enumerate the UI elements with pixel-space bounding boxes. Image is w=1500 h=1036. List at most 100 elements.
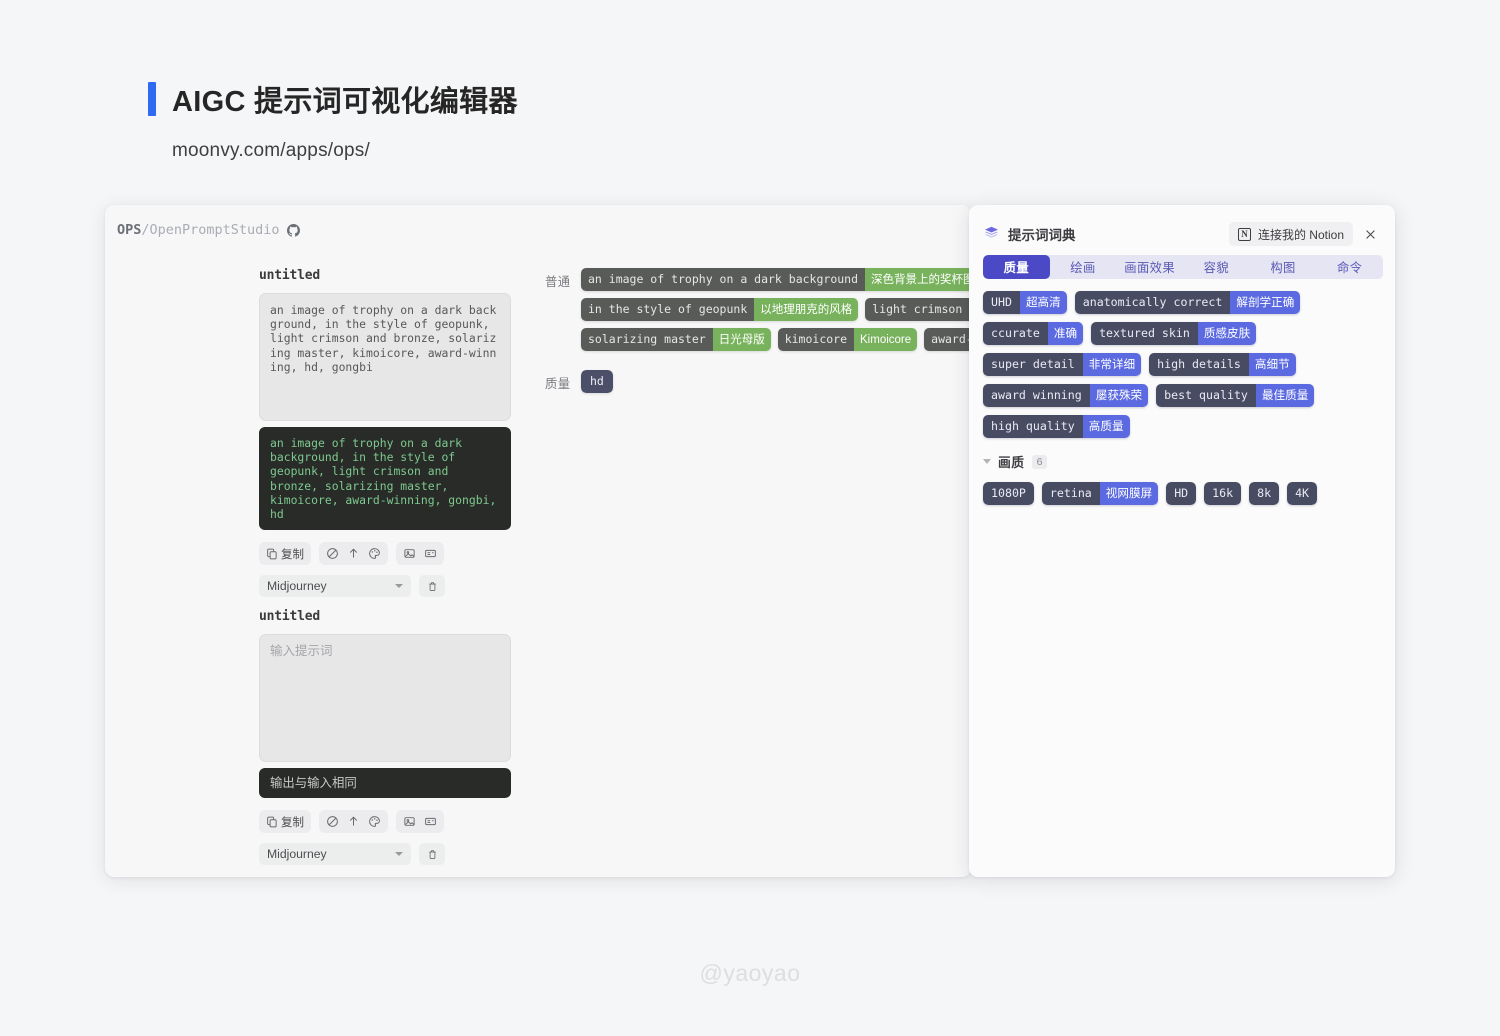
palette-icon[interactable] — [365, 545, 384, 562]
dictionary-chip-en: anatomically correct — [1074, 291, 1231, 314]
brand-name: /OpenPromptStudio — [141, 222, 280, 238]
delete-card-button-1[interactable] — [419, 575, 445, 598]
dictionary-chip[interactable]: 4K — [1287, 482, 1318, 505]
dictionary-header-actions: N 连接我的 Notion — [1228, 222, 1383, 246]
dictionary-chip-zh: 解剖学正确 — [1230, 291, 1301, 314]
tab-commands[interactable]: 命令 — [1316, 255, 1383, 279]
media-group — [396, 542, 444, 566]
model-row-2: Midjourney — [259, 843, 511, 866]
dictionary-chip-en: 8k — [1249, 482, 1280, 505]
token-chip-zh: 日光母版 — [712, 328, 771, 351]
token-chip-en: solarizing master — [581, 328, 713, 351]
dictionary-title: 提示词词典 — [1008, 228, 1076, 243]
card-toolbar-2: 复制 — [259, 810, 511, 834]
model-row-1: Midjourney — [259, 575, 511, 598]
section-count-badge: 6 — [1031, 454, 1048, 469]
dictionary-body: UHD 超高清 anatomically correct 解剖学正确 ccura… — [969, 279, 1395, 505]
dictionary-title-group: 提示词词典 — [983, 224, 1076, 244]
token-lines: an image of trophy on a dark background … — [581, 268, 971, 358]
dictionary-chip[interactable]: best quality 最佳质量 — [1156, 384, 1315, 407]
token-chip[interactable]: an image of trophy on a dark background … — [581, 268, 971, 291]
prompt-output-1: an image of trophy on a dark background,… — [259, 427, 511, 531]
token-chip[interactable]: award-winning 屡获殊荣 — [924, 328, 971, 351]
dictionary-chip[interactable]: textured skin 质感皮肤 — [1091, 322, 1257, 345]
token-chip[interactable]: solarizing master 日光母版 — [581, 328, 771, 351]
section-title: 画质 — [998, 455, 1025, 470]
ban-icon[interactable] — [323, 813, 342, 830]
chevron-down-icon — [395, 584, 403, 589]
dictionary-chip[interactable]: high details 高细节 — [1149, 353, 1296, 376]
prompt-input-2[interactable]: 输入提示词 — [259, 634, 511, 762]
heading-row: AIGC 提示词可视化编辑器 — [148, 78, 518, 120]
image-icon[interactable] — [400, 545, 419, 562]
ban-icon[interactable] — [323, 545, 342, 562]
arrow-up-icon[interactable] — [344, 813, 363, 830]
dictionary-chip[interactable]: anatomically correct 解剖学正确 — [1074, 291, 1301, 314]
tab-composition[interactable]: 构图 — [1250, 255, 1317, 279]
prompt-input-1[interactable]: an image of trophy on a dark background,… — [259, 293, 511, 421]
dictionary-chip[interactable]: high quality 高质量 — [983, 415, 1130, 438]
connect-notion-button[interactable]: N 连接我的 Notion — [1228, 222, 1353, 246]
token-row-quality: 质量 hd — [545, 370, 971, 400]
model-select-1[interactable]: Midjourney — [259, 575, 411, 598]
copy-label: 复制 — [281, 548, 304, 561]
close-panel-button[interactable] — [1357, 222, 1383, 246]
dictionary-chip[interactable]: 8k — [1249, 482, 1280, 505]
tab-screen-effects[interactable]: 画面效果 — [1116, 255, 1183, 279]
token-chip-quality[interactable]: hd — [581, 370, 613, 393]
dictionary-line: 1080P retina 视网膜屏 HD 16k 8k 4K — [983, 482, 1383, 505]
delete-card-button-2[interactable] — [419, 843, 445, 866]
book-icon — [983, 224, 1000, 244]
dictionary-chip-en: UHD — [983, 291, 1020, 314]
dictionary-chip[interactable]: HD — [1166, 482, 1197, 505]
dictionary-chip[interactable]: award winning 屡获殊荣 — [983, 384, 1149, 407]
dictionary-chip[interactable]: ccurate 准确 — [983, 322, 1084, 345]
dictionary-chip-en: 1080P — [983, 482, 1034, 505]
prompt-dictionary-panel: 提示词词典 N 连接我的 Notion 质量 绘画 画面效果 容貌 构图 命令 — [969, 205, 1395, 877]
copy-button[interactable]: 复制 — [263, 545, 307, 562]
model-select-2[interactable]: Midjourney — [259, 843, 411, 866]
token-line: an image of trophy on a dark background … — [581, 268, 971, 291]
dictionary-chip[interactable]: 16k — [1204, 482, 1242, 505]
image-icon[interactable] — [400, 813, 419, 830]
token-chip-zh: Kimoicore — [854, 328, 918, 351]
token-chip[interactable]: in the style of geopunk 以地理朋克的风格 — [581, 298, 859, 321]
card-title[interactable]: untitled — [259, 268, 511, 283]
card-icon[interactable] — [421, 813, 440, 830]
model-select-value: Midjourney — [267, 579, 327, 594]
dictionary-chip-en: ccurate — [983, 322, 1048, 345]
card-icon[interactable] — [421, 545, 440, 562]
dictionary-chip-zh: 最佳质量 — [1255, 384, 1315, 407]
dictionary-chip-en: super detail — [983, 353, 1083, 376]
dictionary-line: UHD 超高清 anatomically correct 解剖学正确 — [983, 291, 1383, 314]
prompt-card-2: untitled 输入提示词 输出与输入相同 复制 Midjourney — [259, 609, 511, 866]
dictionary-chip[interactable]: retina 视网膜屏 — [1041, 482, 1159, 505]
dictionary-chip[interactable]: super detail 非常详细 — [983, 353, 1142, 376]
tab-appearance[interactable]: 容貌 — [1183, 255, 1250, 279]
dictionary-chip-en: high quality — [983, 415, 1083, 438]
token-visualization: 普通 an image of trophy on a dark backgrou… — [545, 268, 971, 406]
dictionary-chip[interactable]: UHD 超高清 — [983, 291, 1067, 314]
page-heading: AIGC 提示词可视化编辑器 moonvy.com/apps/ops/ — [148, 78, 518, 162]
arrow-up-icon[interactable] — [344, 545, 363, 562]
card-title[interactable]: untitled — [259, 609, 511, 624]
dictionary-chip[interactable]: 1080P — [983, 482, 1034, 505]
tab-painting[interactable]: 绘画 — [1050, 255, 1117, 279]
action-group — [319, 810, 388, 834]
token-chip[interactable]: light crimson and bronze 浅绯红与青铜 — [865, 298, 971, 321]
token-chip-en: award-winning — [924, 328, 971, 351]
token-lines: hd — [581, 370, 971, 400]
dictionary-chip-en: high details — [1149, 353, 1249, 376]
dictionary-line: ccurate 准确 textured skin 质感皮肤 — [983, 322, 1383, 345]
token-chip[interactable]: kimoicore Kimoicore — [777, 328, 918, 351]
palette-icon[interactable] — [365, 813, 384, 830]
tab-quality[interactable]: 质量 — [983, 255, 1050, 279]
token-line: hd — [581, 370, 971, 393]
copy-button[interactable]: 复制 — [263, 813, 307, 830]
dictionary-chip-en: 4K — [1287, 482, 1318, 505]
github-icon[interactable] — [286, 223, 300, 237]
section-header-image-quality[interactable]: 画质 6 — [983, 452, 1383, 471]
card-toolbar-1: 复制 — [259, 542, 511, 566]
dictionary-chip-zh: 高细节 — [1248, 353, 1296, 376]
app-brand[interactable]: OPS /OpenPromptStudio — [117, 222, 300, 238]
